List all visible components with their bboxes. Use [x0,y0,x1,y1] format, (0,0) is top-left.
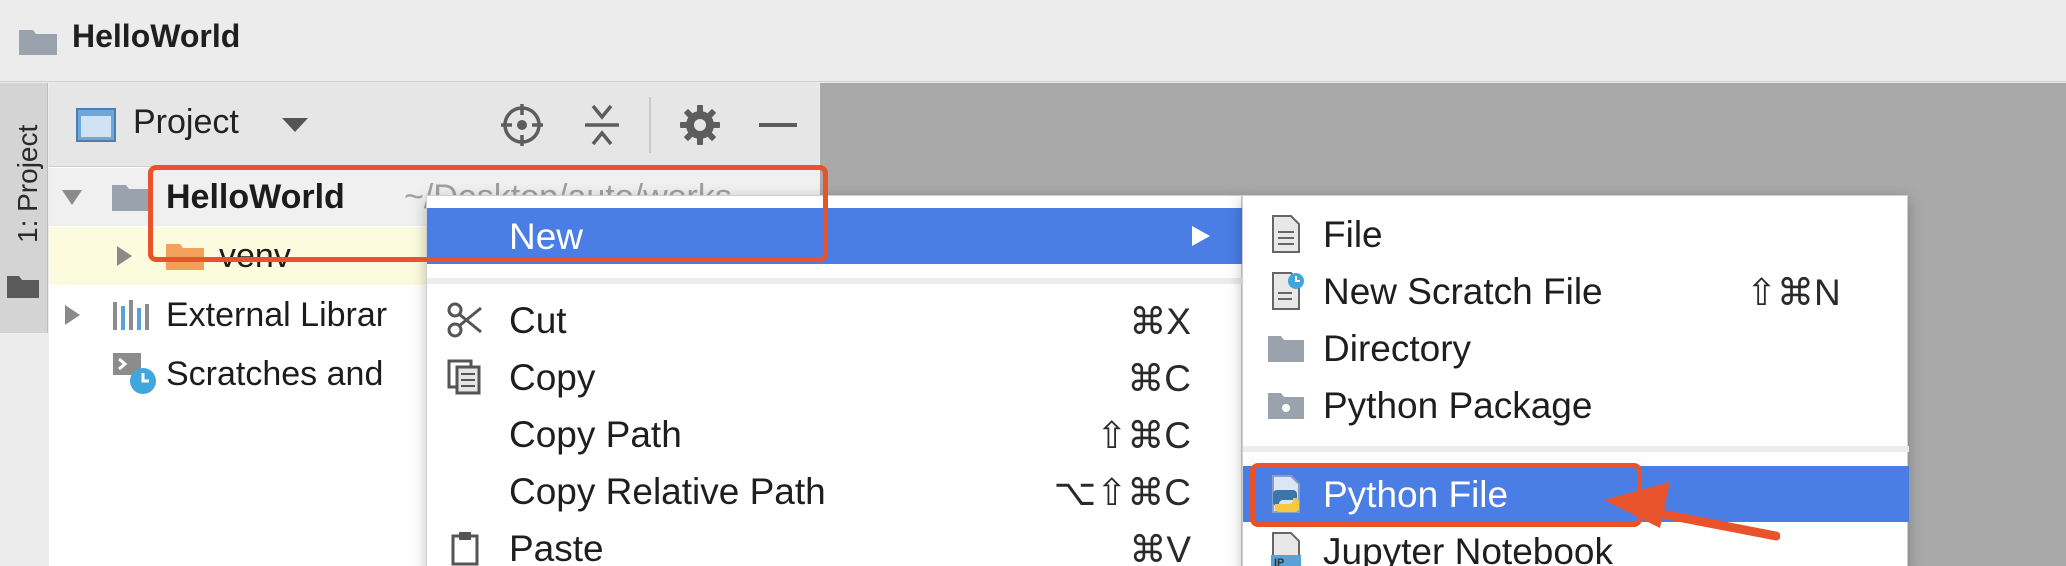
project-panel-toolbar: Project [49,83,819,167]
menu-item-shortcut: ⌘V [1129,529,1191,566]
submenu-item-label: Python File [1323,474,1509,515]
window-title: HelloWorld [72,18,241,54]
menu-item-shortcut: ⌥⇧⌘C [1053,472,1191,513]
project-tool-tab-label: 1: Project [12,124,43,243]
submenu-arrow-icon [1192,226,1210,246]
copy-icon [447,359,481,395]
clipboard-icon [451,532,479,566]
submenu-item-shortcut: ⇧⌘N [1746,272,1841,313]
locate-icon[interactable] [499,102,545,148]
chevron-down-icon[interactable] [281,117,309,133]
project-view-icon [76,108,116,142]
menu-item-cut[interactable]: Cut ⌘X [427,292,1243,348]
root-project-name: HelloWorld [166,178,345,216]
submenu-item-new-scratch-file[interactable]: New Scratch File ⇧⌘N [1243,263,1909,319]
menu-item-shortcut: ⇧⌘C [1096,415,1191,456]
submenu-item-label: File [1323,214,1383,255]
scratch-file-icon [1272,272,1304,310]
scratches-label: Scratches and [166,355,384,393]
title-bar: HelloWorld [0,0,2066,82]
project-tool-tab[interactable]: 1: Project [0,83,48,263]
menu-item-shortcut: ⌘X [1129,301,1191,342]
jupyter-icon-text: IP [1274,557,1284,566]
submenu-item-python-file[interactable]: Python File [1243,466,1909,522]
folder-icon [19,30,57,55]
folder-icon [1268,336,1304,362]
project-tool-window-strip[interactable]: 1: Project [0,83,48,333]
folder-icon [166,244,204,270]
submenu-item-file[interactable]: File [1243,206,1909,262]
submenu-item-label: Python Package [1323,385,1593,426]
external-libraries-label: External Librar [166,296,388,334]
python-file-icon [1272,475,1300,513]
menu-item-copy-relative-path[interactable]: Copy Relative Path ⌥⇧⌘C [427,463,1243,519]
toolbar-divider [649,97,651,153]
submenu-item-python-package[interactable]: Python Package [1243,377,1909,433]
scratches-icon [113,353,156,394]
menu-separator [427,278,1243,284]
menu-item-label: Copy Path [509,414,682,455]
menu-item-new[interactable]: New [427,208,1243,264]
menu-item-label: Cut [509,300,567,341]
menu-item-copy[interactable]: Copy ⌘C [427,349,1243,405]
expand-arrow-icon[interactable] [113,245,135,267]
menu-item-label: Paste [509,528,604,566]
collapse-all-icon[interactable] [579,102,625,148]
menu-item-paste[interactable]: Paste ⌘V [427,520,1243,566]
package-folder-icon [1268,393,1304,419]
menu-item-label: Copy Relative Path [509,471,826,512]
folder-icon [7,276,39,298]
menu-item-shortcut: ⌘C [1127,358,1191,399]
submenu-item-label: New Scratch File [1323,271,1603,312]
venv-folder-label: venv [219,237,291,275]
submenu-item-directory[interactable]: Directory [1243,320,1909,376]
scissors-icon [447,302,482,338]
library-icon [113,300,149,330]
submenu-item-label: Directory [1323,328,1472,369]
view-selector-label[interactable]: Project [133,103,239,142]
menu-item-label: Copy [509,357,596,398]
expand-arrow-icon[interactable] [61,304,83,326]
menu-item-copy-path[interactable]: Copy Path ⇧⌘C [427,406,1243,462]
folder-icon [112,185,150,211]
submenu-item-label: Jupyter Notebook [1323,531,1614,566]
expand-arrow-icon[interactable] [61,186,83,208]
hide-panel-icon[interactable] [755,102,801,148]
menu-separator [1243,446,1909,452]
new-submenu: File New Scratch File ⇧⌘N Directory Pyth… [1242,195,1909,566]
submenu-item-jupyter-notebook[interactable]: IP Jupyter Notebook [1243,523,1909,566]
menu-item-label: New [509,216,584,257]
context-menu: New Cut ⌘X Copy ⌘C Copy Path ⇧⌘C Copy Re… [426,195,1243,566]
file-icon [1272,215,1300,253]
gear-icon[interactable] [677,102,723,148]
jupyter-notebook-icon: IP [1271,532,1301,566]
